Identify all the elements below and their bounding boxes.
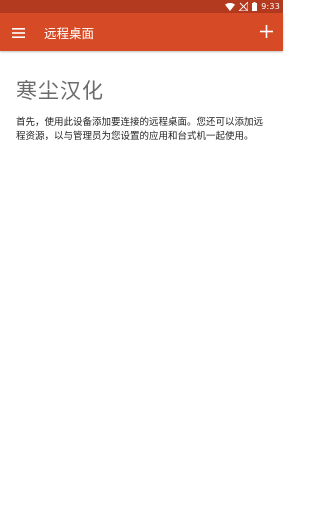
wifi-icon bbox=[225, 0, 236, 13]
status-time: 9:33 bbox=[261, 2, 280, 11]
battery-icon bbox=[252, 0, 258, 13]
app-title: 远程桌面 bbox=[44, 25, 95, 41]
status-bar: 9:33 bbox=[0, 0, 283, 13]
empty-state-heading: 寒尘汉化 bbox=[16, 79, 104, 103]
hamburger-menu-icon bbox=[11, 23, 25, 42]
signal-off-icon bbox=[239, 0, 249, 13]
menu-button[interactable] bbox=[5, 13, 31, 51]
app-screen: 9:33 远程桌面 寒尘汉化 首先，使用此设备添加要连接的远程桌面。您还可以添加… bbox=[0, 0, 283, 509]
empty-state-description: 首先，使用此设备添加要连接的远程桌面。您还可以添加远程资源，以与管理员为您设置的… bbox=[16, 117, 264, 142]
empty-state: 寒尘汉化 首先，使用此设备添加要连接的远程桌面。您还可以添加远程资源，以与管理员… bbox=[0, 51, 283, 144]
plus-icon bbox=[259, 23, 273, 42]
add-button[interactable] bbox=[251, 13, 281, 51]
app-bar: 远程桌面 bbox=[0, 13, 283, 51]
